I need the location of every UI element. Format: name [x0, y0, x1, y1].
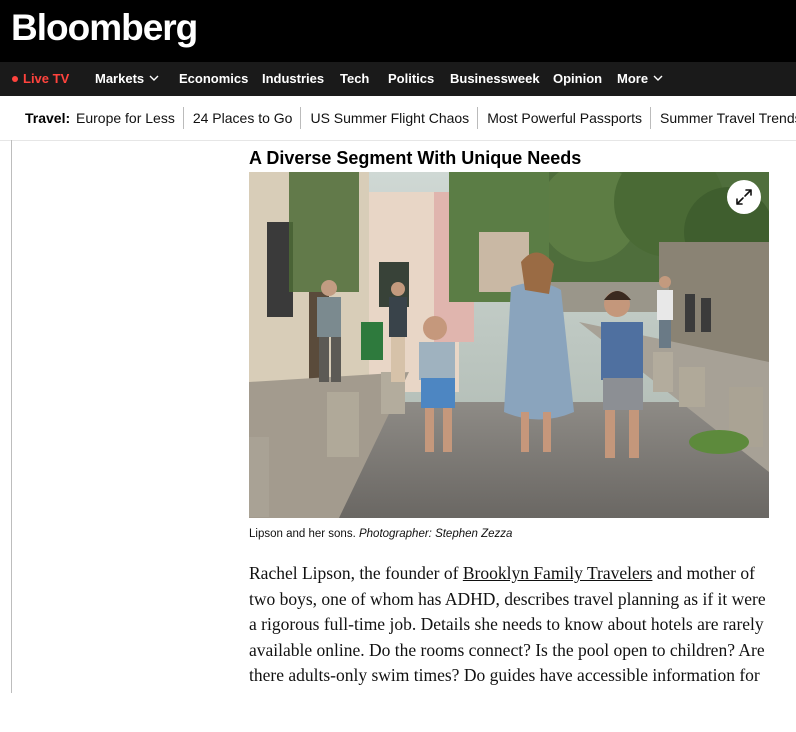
bloomberg-logo[interactable]: Bloomberg	[11, 6, 198, 50]
travel-link-europe[interactable]: Europe for Less	[76, 107, 183, 129]
nav-more[interactable]: More	[617, 62, 663, 96]
travel-subnav: Travel: Europe for Less 24 Places to Go US…	[0, 96, 796, 141]
divider	[650, 107, 652, 129]
nav-markets[interactable]: Markets	[95, 62, 159, 96]
travel-link-passports[interactable]: Most Powerful Passports	[487, 107, 650, 129]
left-rule	[11, 140, 12, 693]
expand-image-button[interactable]	[727, 180, 761, 214]
article-paragraph: Rachel Lipson, the founder of Brooklyn F…	[249, 561, 769, 693]
divider	[477, 107, 479, 129]
nav-opinion[interactable]: Opinion	[553, 62, 602, 96]
nav-industries[interactable]: Industries	[262, 62, 324, 96]
nav-politics[interactable]: Politics	[388, 62, 434, 96]
street-scene-illustration	[249, 172, 769, 518]
nav-markets-label: Markets	[95, 71, 145, 86]
main-nav: Live TV Markets Economics Industries Tec…	[0, 62, 796, 97]
caption-credit: Photographer: Stephen Zezza	[358, 528, 513, 540]
divider	[182, 107, 184, 129]
travel-link-flight-chaos[interactable]: US Summer Flight Chaos	[310, 107, 477, 129]
nav-more-label: More	[617, 71, 649, 86]
live-dot-icon	[12, 75, 18, 82]
nav-tech[interactable]: Tech	[340, 62, 369, 96]
section-headline: A Diverse Segment With Unique Needs	[249, 148, 582, 168]
nav-live-tv[interactable]: Live TV	[12, 62, 69, 96]
travel-links: Europe for Less 24 Places to Go US Summer …	[76, 107, 796, 129]
brooklyn-family-travelers-link[interactable]: Brooklyn Family Travelers	[463, 563, 653, 583]
travel-link-24-places[interactable]: 24 Places to Go	[193, 107, 301, 129]
paragraph-text-start: Rachel Lipson, the founder of	[249, 563, 463, 583]
chevron-down-icon	[149, 75, 159, 81]
nav-economics[interactable]: Economics	[179, 62, 248, 96]
nav-live-label: Live TV	[23, 71, 70, 86]
top-bar: Bloomberg	[0, 0, 796, 62]
travel-label: Travel:	[25, 110, 71, 126]
article-photo[interactable]	[249, 172, 769, 518]
chevron-down-icon	[653, 75, 663, 81]
caption-text: Lipson and her sons.	[249, 528, 356, 540]
photo-caption: Lipson and her sons. Photographer: Steph…	[249, 526, 512, 542]
divider	[300, 107, 302, 129]
expand-icon	[736, 189, 752, 205]
travel-link-trends[interactable]: Summer Travel Trends	[660, 107, 796, 129]
nav-businessweek[interactable]: Businessweek	[450, 62, 540, 96]
